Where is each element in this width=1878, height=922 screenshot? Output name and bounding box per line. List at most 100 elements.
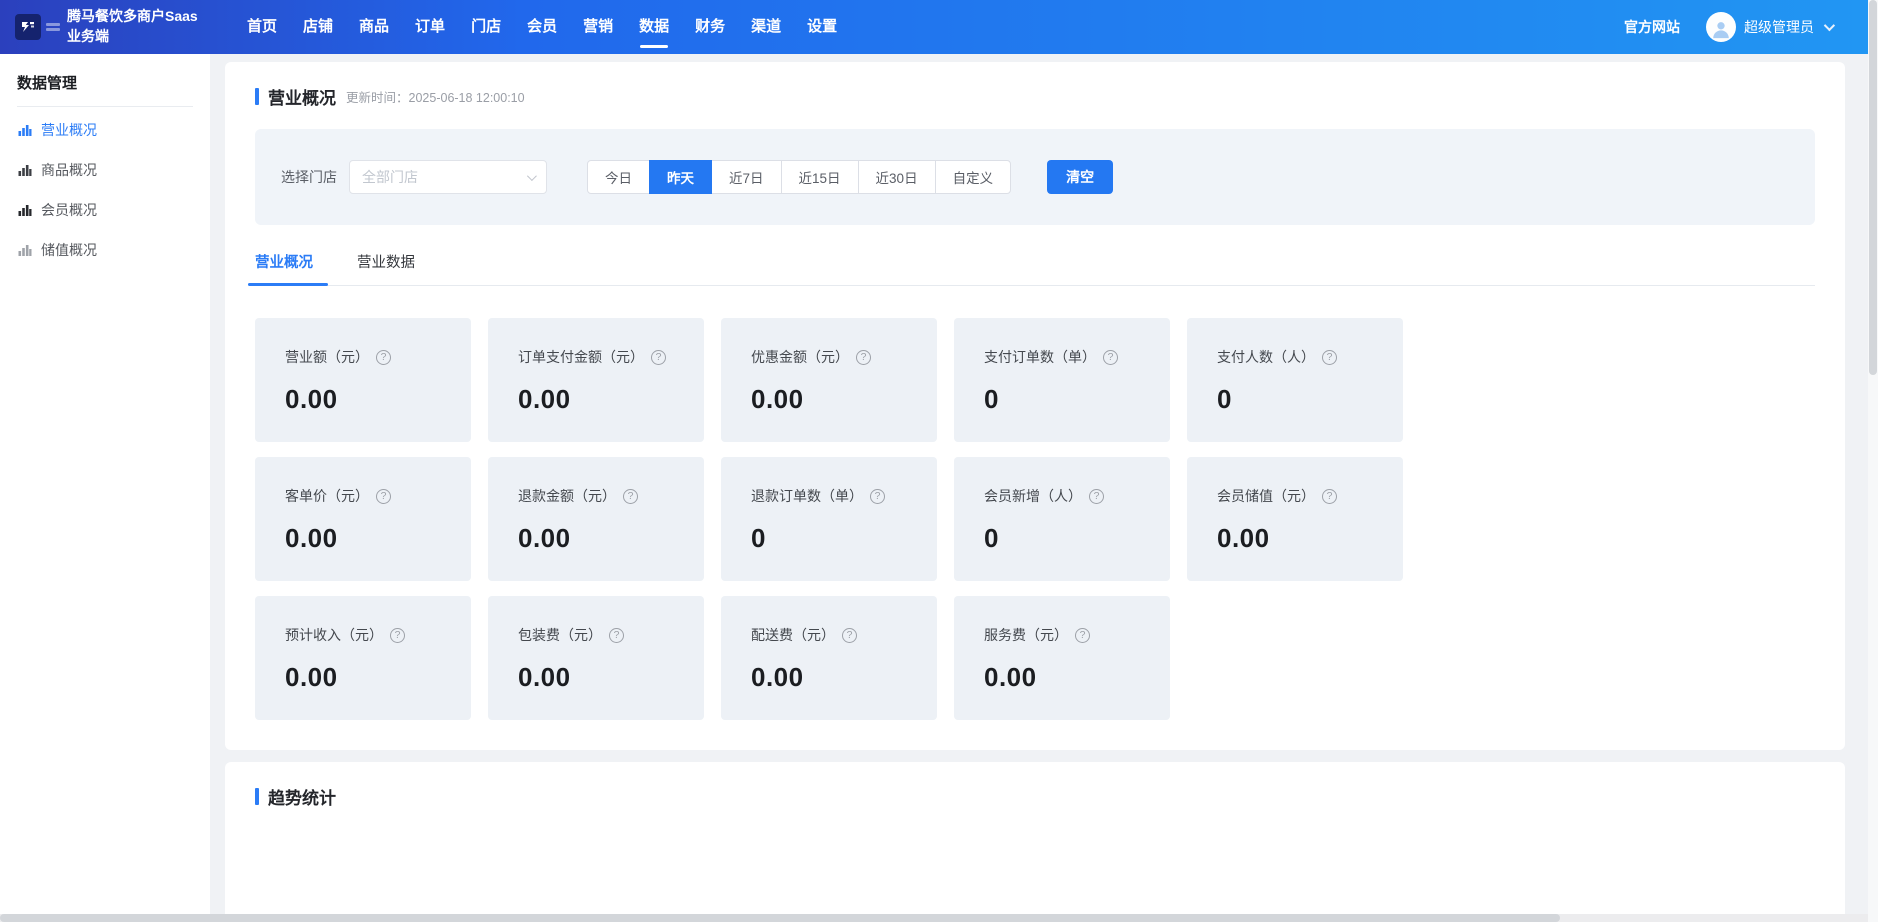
range-button-3[interactable]: 近7日 (711, 160, 782, 194)
stat-value: 0.00 (518, 384, 690, 415)
stat-label: 退款订单数（单） (751, 486, 863, 506)
navbar-right: 官方网站 超级管理员 (1624, 0, 1868, 54)
horizontal-scrollbar-thumb[interactable] (0, 914, 1560, 922)
stat-label: 客单价（元） (285, 486, 369, 506)
range-button-1[interactable]: 今日 (587, 160, 650, 194)
stat-label: 订单支付金额（元） (518, 347, 644, 367)
date-range-group: 今日昨天近7日近15日近30日自定义 (587, 160, 1011, 194)
stats-grid: 营业额（元） ? 0.00 订单支付金额（元） ? 0.00 优惠金额（元） ?… (255, 318, 1402, 720)
official-site-link[interactable]: 官方网站 (1624, 17, 1680, 37)
stat-label: 退款金额（元） (518, 486, 616, 506)
stat-value: 0 (984, 384, 1156, 415)
avatar (1706, 12, 1736, 42)
range-button-6[interactable]: 自定义 (935, 160, 1012, 194)
question-circle-icon[interactable]: ? (376, 489, 391, 504)
nav-item-8[interactable]: 数据 (626, 0, 682, 54)
question-circle-icon[interactable]: ? (1075, 628, 1090, 643)
question-circle-icon[interactable]: ? (1322, 489, 1337, 504)
stat-value: 0.00 (984, 662, 1156, 693)
main-content: 营业概况 更新时间：2025-06-18 12:00:10 选择门店 全部门店 … (210, 54, 1868, 914)
stat-card-2: 订单支付金额（元） ? 0.00 (488, 318, 704, 442)
question-circle-icon[interactable]: ? (609, 628, 624, 643)
question-circle-icon[interactable]: ? (651, 350, 666, 365)
overview-section-title: 营业概况 (268, 84, 336, 109)
store-select[interactable]: 全部门店 (349, 160, 547, 194)
vertical-scrollbar-thumb[interactable] (1869, 0, 1877, 375)
sidebar-menu: 营业概况 商品概况 会员概况 储值概况 (16, 110, 194, 270)
trend-card: 趋势统计 (225, 762, 1845, 914)
range-button-5[interactable]: 近30日 (858, 160, 936, 194)
overview-tabs: 营业概况 营业数据 (255, 251, 1815, 286)
bar-chart-icon (18, 123, 32, 137)
stat-card-3: 优惠金额（元） ? 0.00 (721, 318, 937, 442)
question-circle-icon[interactable]: ? (870, 489, 885, 504)
stat-card-13: 配送费（元） ? 0.00 (721, 596, 937, 720)
nav-item-2[interactable]: 店铺 (290, 0, 346, 54)
nav-item-3[interactable]: 商品 (346, 0, 402, 54)
stat-label: 会员储值（元） (1217, 486, 1315, 506)
question-circle-icon[interactable]: ? (1089, 489, 1104, 504)
nav-item-1[interactable]: 首页 (234, 0, 290, 54)
sidebar-item-4[interactable]: 储值概况 (16, 230, 194, 270)
main-nav: 首页店铺商品订单门店会员营销数据财务渠道设置 (234, 0, 850, 54)
bar-chart-icon (18, 243, 32, 257)
question-circle-icon[interactable]: ? (1322, 350, 1337, 365)
store-select-label: 选择门店 (281, 167, 337, 187)
bar-chart-icon (18, 163, 32, 177)
nav-item-7[interactable]: 营销 (570, 0, 626, 54)
chevron-down-icon (1824, 20, 1835, 31)
question-circle-icon[interactable]: ? (856, 350, 871, 365)
app-title: 腾马餐饮多商户Saas业务端 (67, 7, 210, 46)
stat-label: 会员新增（人） (984, 486, 1082, 506)
stat-value: 0.00 (751, 384, 923, 415)
stat-value: 0.00 (518, 523, 690, 554)
stat-value: 0 (1217, 384, 1389, 415)
updated-time: 更新时间：2025-06-18 12:00:10 (346, 87, 525, 106)
question-circle-icon[interactable]: ? (376, 350, 391, 365)
stat-label: 优惠金额（元） (751, 347, 849, 367)
nav-item-10[interactable]: 渠道 (738, 0, 794, 54)
clear-button[interactable]: 清空 (1047, 160, 1113, 194)
question-circle-icon[interactable]: ? (390, 628, 405, 643)
question-circle-icon[interactable]: ? (623, 489, 638, 504)
sidebar: 数据管理 营业概况 商品概况 会员概况 储值概况 (0, 54, 210, 914)
filter-panel: 选择门店 全部门店 今日昨天近7日近15日近30日自定义 清空 (255, 129, 1815, 225)
stat-value: 0.00 (518, 662, 690, 693)
stat-card-5: 支付人数（人） ? 0 (1187, 318, 1403, 442)
accent-bar (255, 788, 259, 805)
stat-value: 0 (984, 523, 1156, 554)
nav-item-11[interactable]: 设置 (794, 0, 850, 54)
chevron-down-icon (527, 171, 537, 181)
sidebar-item-3[interactable]: 会员概况 (16, 190, 194, 230)
trend-section-title: 趋势统计 (268, 784, 336, 809)
top-navbar: 腾马餐饮多商户Saas业务端 首页店铺商品订单门店会员营销数据财务渠道设置 官方… (0, 0, 1868, 54)
tab-2[interactable]: 营业数据 (357, 251, 415, 285)
logo-microtext (46, 23, 60, 31)
user-menu[interactable]: 超级管理员 (1706, 12, 1832, 42)
stat-label: 支付订单数（单） (984, 347, 1096, 367)
overview-section-header: 营业概况 更新时间：2025-06-18 12:00:10 (255, 84, 1815, 109)
stat-value: 0.00 (285, 523, 457, 554)
stat-label: 预计收入（元） (285, 625, 383, 645)
vertical-scrollbar-track (1868, 0, 1878, 922)
tab-1[interactable]: 营业概况 (255, 251, 313, 285)
stat-card-11: 预计收入（元） ? 0.00 (255, 596, 471, 720)
nav-item-4[interactable]: 订单 (402, 0, 458, 54)
sidebar-item-1[interactable]: 营业概况 (16, 110, 194, 150)
business-overview-card: 营业概况 更新时间：2025-06-18 12:00:10 选择门店 全部门店 … (225, 62, 1845, 750)
stat-label: 包装费（元） (518, 625, 602, 645)
brand-logo[interactable]: 腾马餐饮多商户Saas业务端 (0, 0, 210, 54)
stat-card-10: 会员储值（元） ? 0.00 (1187, 457, 1403, 581)
user-name: 超级管理员 (1744, 17, 1814, 37)
question-circle-icon[interactable]: ? (1103, 350, 1118, 365)
range-button-4[interactable]: 近15日 (781, 160, 859, 194)
stat-label: 营业额（元） (285, 347, 369, 367)
question-circle-icon[interactable]: ? (842, 628, 857, 643)
nav-item-6[interactable]: 会员 (514, 0, 570, 54)
bar-chart-icon (18, 203, 32, 217)
nav-item-9[interactable]: 财务 (682, 0, 738, 54)
range-button-2[interactable]: 昨天 (649, 160, 712, 194)
sidebar-item-2[interactable]: 商品概况 (16, 150, 194, 190)
nav-item-5[interactable]: 门店 (458, 0, 514, 54)
stat-value: 0.00 (285, 384, 457, 415)
